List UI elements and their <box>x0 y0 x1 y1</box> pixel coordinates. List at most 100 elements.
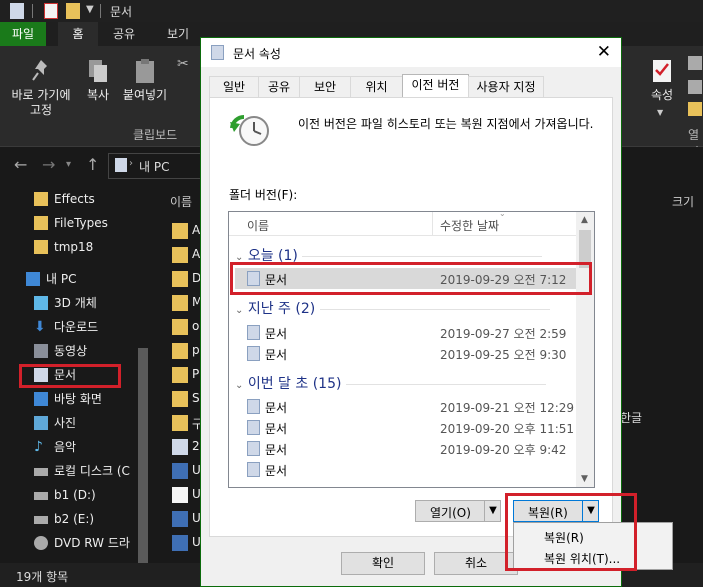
document-icon <box>247 399 260 414</box>
tab-view[interactable]: 보기 <box>156 22 200 46</box>
file-row[interactable]: o <box>172 319 199 335</box>
desktop-icon <box>34 392 48 406</box>
address-document-icon <box>115 158 127 172</box>
restore-clock-icon <box>230 114 269 146</box>
tab-customize[interactable]: 사용자 지정 <box>468 76 544 97</box>
dialog-tab-bar: 일반 공유 보안 위치 이전 버전 사용자 지정 <box>201 74 621 98</box>
group-header-last-week[interactable]: ⌄ 지난 주 (2) <box>235 298 550 318</box>
back-arrow-icon[interactable]: ← <box>14 155 27 174</box>
scroll-up-icon[interactable]: ▲ <box>581 215 588 225</box>
document-icon <box>247 441 260 456</box>
version-row[interactable]: 문서 2019-09-27 오전 2:59 <box>247 322 577 343</box>
file-row[interactable]: 20 <box>172 439 207 455</box>
drive-icon <box>34 492 48 500</box>
dialog-title: 문서 속성 <box>233 47 281 61</box>
tab-previous-versions[interactable]: 이전 버전 <box>402 74 469 97</box>
group-collapse-icon: ⌄ <box>235 380 244 391</box>
forward-arrow-icon[interactable]: → <box>42 155 55 174</box>
column-header-name[interactable]: 이름 <box>247 217 269 234</box>
file-row[interactable]: P <box>172 367 199 383</box>
file-row[interactable]: U <box>172 535 201 551</box>
recent-chevron-icon[interactable]: ▾ <box>66 159 71 170</box>
properties-label: 속성 <box>650 88 674 102</box>
up-arrow-icon[interactable]: ↑ <box>86 155 99 174</box>
properties-quick-icon[interactable] <box>44 3 58 19</box>
drive-icon <box>34 516 48 524</box>
nav-pane-scrollbar[interactable] <box>138 348 148 563</box>
ribbon-right-partial: 속성 ▼ 열기 <box>622 46 703 159</box>
version-row[interactable]: 문서 2019-09-20 오후 11:51 <box>247 417 577 438</box>
ok-button[interactable]: 확인 <box>341 552 425 575</box>
folder-versions-list[interactable]: 이름 ⌄ 수정한 날짜 ⌄ 오늘 (1) 문서 2019-09-29 오전 7:… <box>228 211 595 488</box>
tab-sharing[interactable]: 공유 <box>258 76 300 97</box>
close-icon[interactable]: ✕ <box>597 42 611 62</box>
dialog-title-bar: 문서 속성 ✕ <box>201 38 621 67</box>
music-note-icon: ♪ <box>34 439 43 455</box>
document-folder-icon <box>10 3 24 19</box>
group-collapse-icon: ⌄ <box>235 305 244 316</box>
column-header-size[interactable]: 크기 <box>672 193 694 210</box>
folder-icon <box>34 192 48 206</box>
file-row[interactable]: U <box>172 511 201 527</box>
tab-general[interactable]: 일반 <box>209 76 259 97</box>
versions-scrollbar[interactable]: ▲ ▼ <box>576 212 594 487</box>
address-bar[interactable]: › 내 PC <box>108 153 210 179</box>
item-count: 19개 항목 <box>16 570 69 584</box>
file-row[interactable]: p <box>172 343 200 359</box>
tab-share[interactable]: 공유 <box>104 22 144 46</box>
previous-versions-page: 이전 버전은 파일 히스토리 또는 복원 지점에서 가져옵니다. 폴더 버전(F… <box>209 97 613 537</box>
picture-icon <box>34 416 48 430</box>
tab-home[interactable]: 홈 <box>58 22 98 46</box>
column-header-name[interactable]: 이름 <box>170 193 192 210</box>
paste-button[interactable]: 붙여넣기 <box>118 58 172 103</box>
folder-icon <box>34 240 48 254</box>
group-header-earlier-this-month[interactable]: ⌄ 이번 달 초 (15) <box>235 373 546 393</box>
tab-file[interactable]: 파일 <box>0 22 46 46</box>
computer-icon <box>26 272 40 286</box>
window-title: 문서 <box>110 5 133 19</box>
version-row[interactable]: 문서 2019-09-21 오전 12:29 <box>247 396 577 417</box>
file-row[interactable]: A <box>172 223 200 239</box>
document-icon <box>247 325 260 340</box>
pin-quick-access-button[interactable]: 바로 가기에 고정 <box>6 58 76 118</box>
history-icon[interactable] <box>688 102 702 116</box>
column-divider <box>432 212 433 235</box>
new-folder-quick-icon[interactable] <box>66 3 80 19</box>
file-row[interactable]: U <box>172 463 201 479</box>
file-row[interactable]: U <box>172 487 201 503</box>
open-split-button[interactable]: 열기(O) ▼ <box>415 500 501 522</box>
open-button-label: 열기(O) <box>430 506 471 520</box>
file-row[interactable]: A <box>172 247 200 263</box>
file-row[interactable]: 구 <box>172 415 203 431</box>
sort-chevron-icon: ⌄ <box>499 211 506 218</box>
copy-label: 복사 <box>86 88 110 102</box>
tab-location[interactable]: 위치 <box>350 76 403 97</box>
open-dropdown-icon[interactable]: ▼ <box>484 501 501 521</box>
copy-button[interactable]: 복사 <box>80 58 116 103</box>
version-row[interactable]: 문서 <box>247 459 577 480</box>
properties-button[interactable]: 속성 <box>646 58 678 103</box>
open-icon[interactable] <box>688 56 702 70</box>
quick-access-dropdown-icon[interactable]: ▼ <box>86 4 94 15</box>
scroll-down-icon[interactable]: ▼ <box>581 474 588 484</box>
edit-icon[interactable] <box>688 80 702 94</box>
dvd-icon <box>34 536 48 550</box>
highlight-restore-controls <box>505 493 637 571</box>
explorer-title-bar: ▼ 문서 <box>0 0 703 22</box>
drive-icon <box>34 468 48 476</box>
cut-copypath-partial[interactable]: ✂ <box>177 56 199 116</box>
pin-label: 바로 가기에 고정 <box>11 88 71 117</box>
properties-dropdown-icon[interactable]: ▼ <box>657 108 663 117</box>
highlight-nav-documents <box>19 364 121 388</box>
partial-file-text: 한글 <box>620 411 643 425</box>
document-icon <box>247 462 260 477</box>
version-row[interactable]: 문서 2019-09-20 오후 9:42 <box>247 438 577 459</box>
column-header-modified[interactable]: 수정한 날짜 <box>440 217 499 234</box>
document-icon <box>247 346 260 361</box>
cut-icon: ✂ <box>177 56 189 72</box>
file-row[interactable]: M <box>172 295 202 311</box>
version-row[interactable]: 문서 2019-09-25 오전 9:30 <box>247 343 577 364</box>
file-row[interactable]: D <box>172 271 201 287</box>
file-row[interactable]: S <box>172 391 200 407</box>
tab-security[interactable]: 보안 <box>299 76 351 97</box>
